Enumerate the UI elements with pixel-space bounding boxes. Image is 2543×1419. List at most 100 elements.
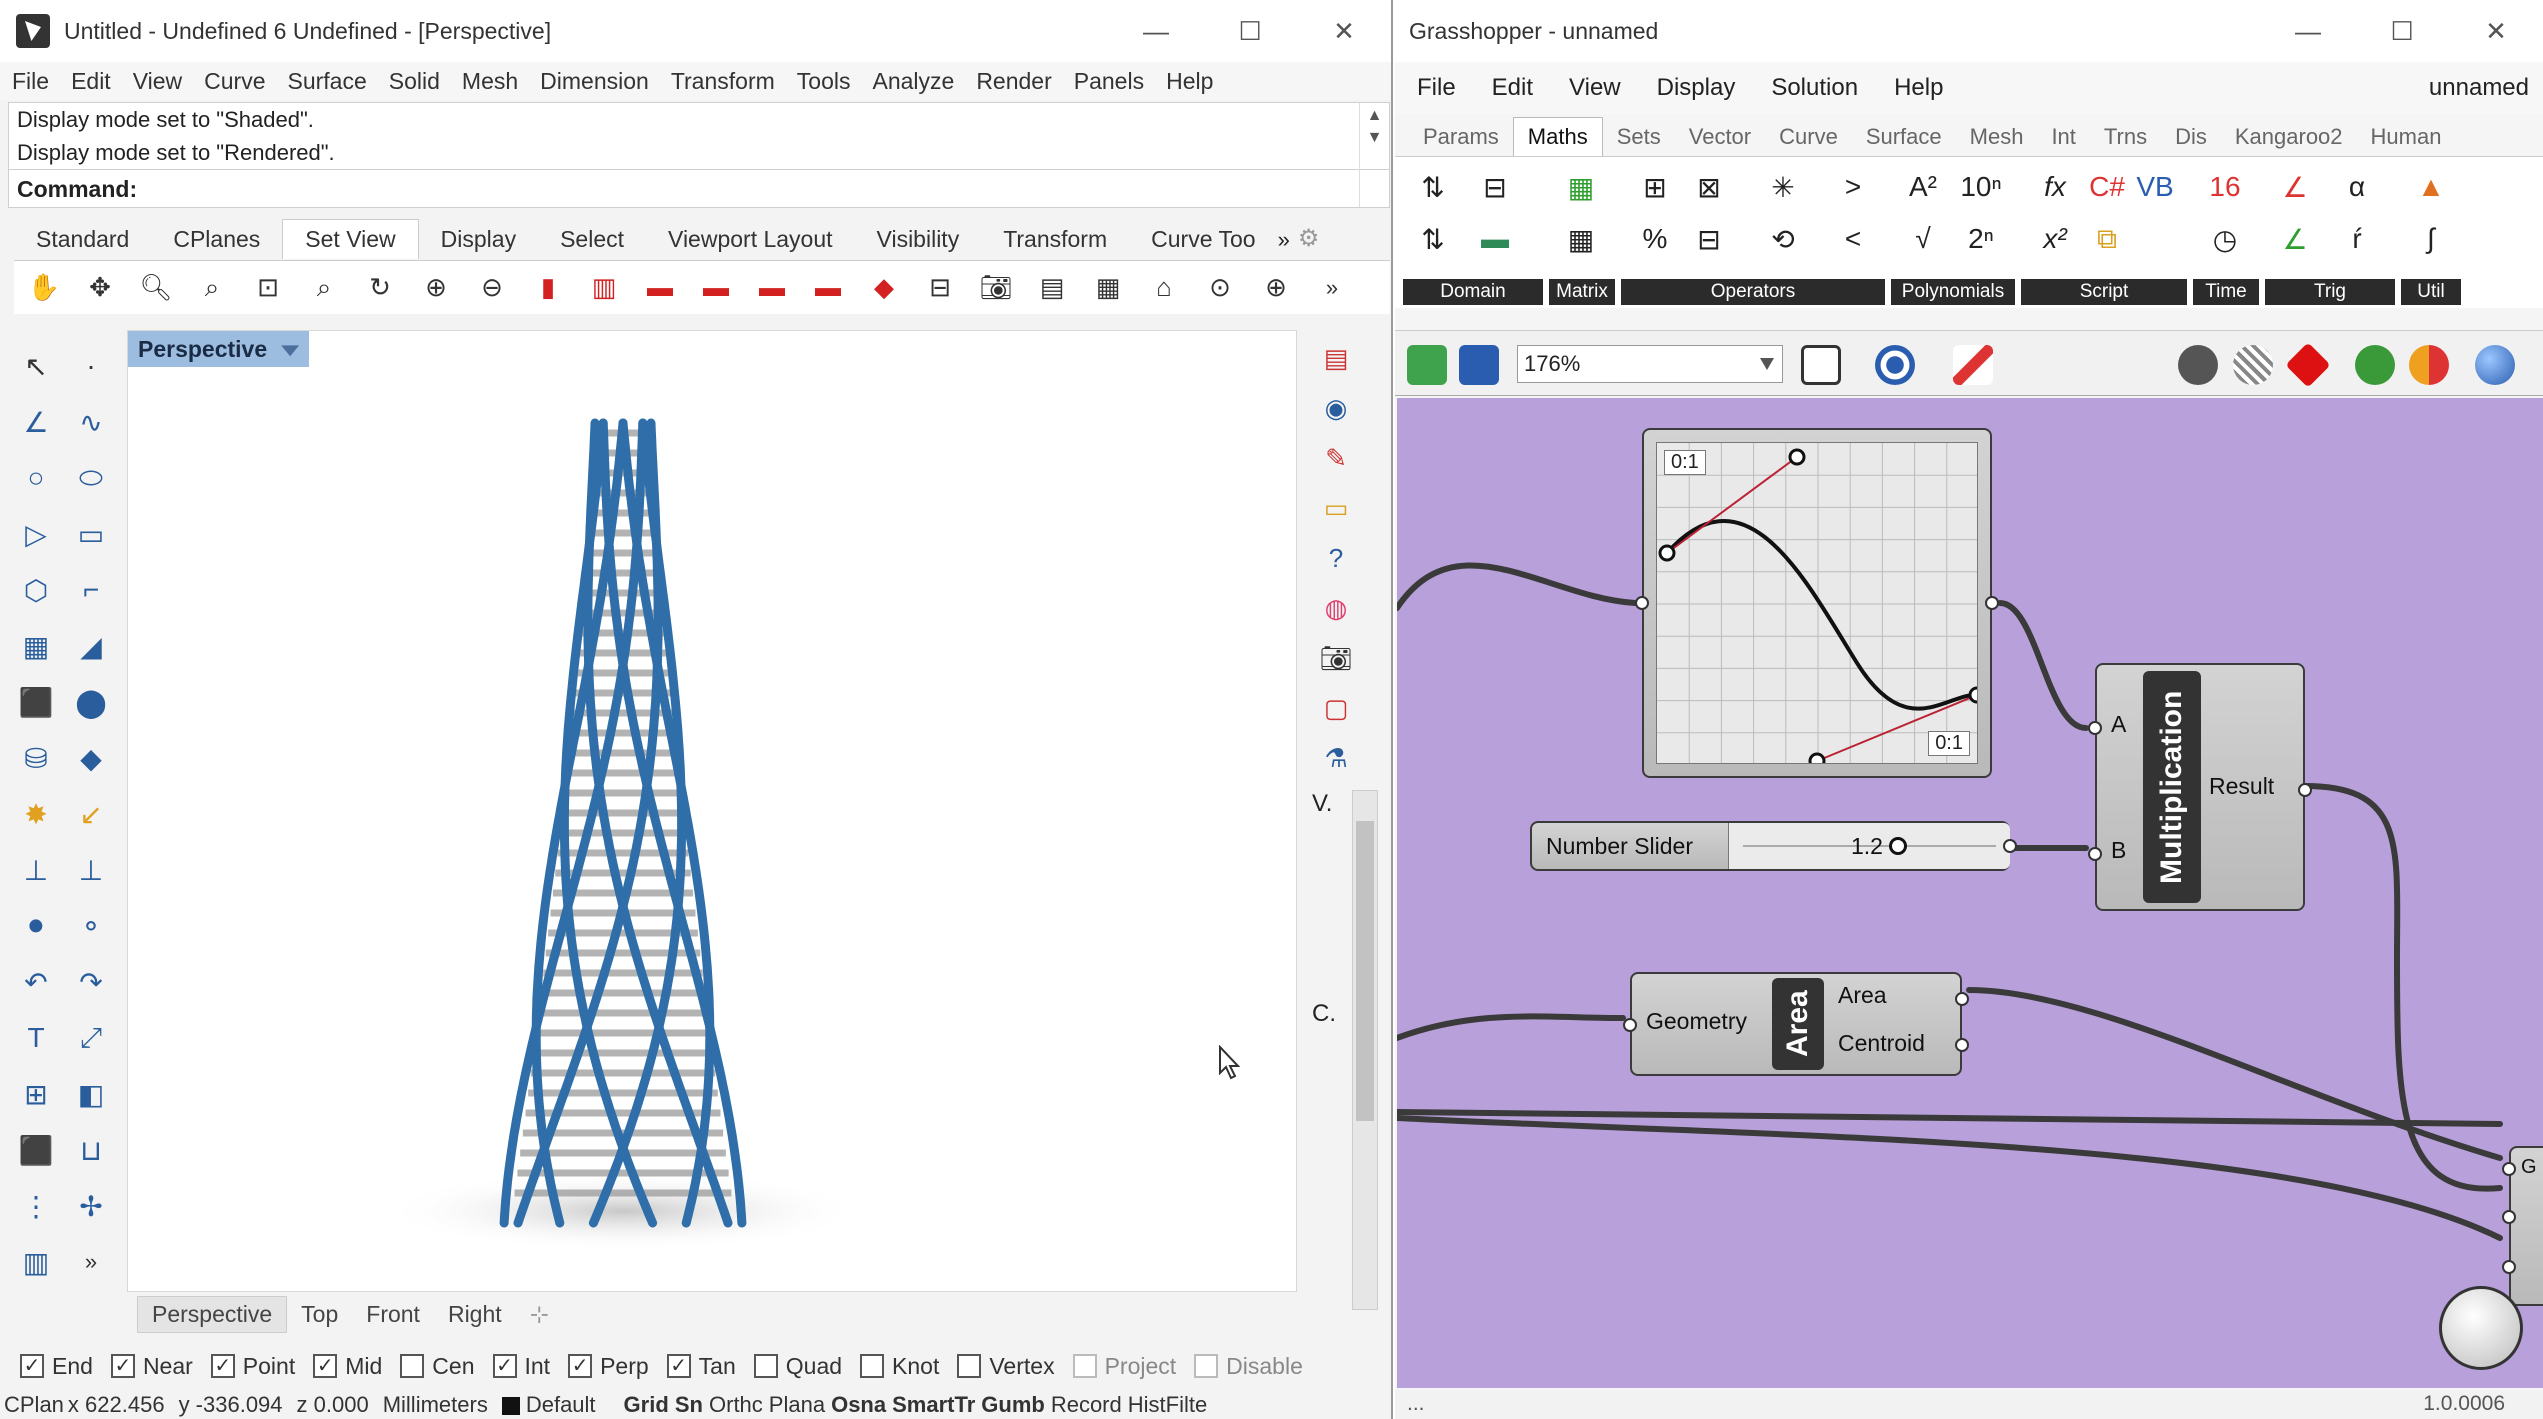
rectangle-icon[interactable]: ▭: [69, 512, 113, 556]
fillet-icon[interactable]: ⌐: [69, 568, 113, 612]
graph-mapper-output-port[interactable]: [1985, 596, 1999, 610]
folder-icon[interactable]: ▭: [1314, 486, 1358, 530]
menu-solid[interactable]: Solid: [389, 68, 440, 95]
analyze-icon[interactable]: ▥: [14, 1240, 58, 1284]
ribbon-label-trig[interactable]: Trig: [2265, 279, 2395, 305]
settings-gear-icon[interactable]: ⚙: [1298, 224, 1320, 259]
render-panel-icon[interactable]: ⚗: [1314, 736, 1358, 780]
array-icon[interactable]: ⊞: [14, 1072, 58, 1116]
add-viewport-icon[interactable]: ⊹: [516, 1297, 563, 1332]
gh-tab-vector[interactable]: Vector: [1675, 124, 1765, 156]
osnap-disable[interactable]: Disable: [1194, 1353, 1303, 1380]
gh-tab-trns[interactable]: Trns: [2090, 124, 2161, 156]
maximize-icon[interactable]: ☐: [1203, 16, 1297, 47]
toggle-osnap[interactable]: Osna: [831, 1392, 886, 1418]
minimize-icon[interactable]: —: [1109, 16, 1203, 47]
command-prompt[interactable]: Command:: [9, 169, 1389, 207]
gh-tab-surface[interactable]: Surface: [1852, 124, 1956, 156]
relative-differences-icon[interactable]: ⟲: [1761, 217, 1805, 261]
multiplication-input-a[interactable]: [2088, 721, 2102, 735]
osnap-checkbox[interactable]: ✓: [492, 1354, 517, 1378]
camera-icon[interactable]: 📷︎: [976, 268, 1016, 308]
graph-handle-point[interactable]: [1658, 544, 1676, 562]
ribbon-label-matrix[interactable]: Matrix: [1549, 279, 1615, 305]
tab-viewport-layout[interactable]: Viewport Layout: [646, 226, 855, 259]
menu-analyze[interactable]: Analyze: [872, 68, 954, 95]
color-wheel-icon[interactable]: ◍: [1314, 586, 1358, 630]
bounds-icon[interactable]: ▬: [1473, 217, 1517, 261]
number-slider-component[interactable]: Number Slider 1.2: [1530, 821, 2017, 871]
centroid-output-port[interactable]: [1955, 1038, 1969, 1052]
open-file-icon[interactable]: [1407, 345, 1447, 385]
osnap-quad[interactable]: Quad: [753, 1353, 842, 1380]
loft-icon[interactable]: ◢: [69, 624, 113, 668]
osnap-knot[interactable]: Knot: [860, 1353, 939, 1380]
viewport-tab-perspective[interactable]: Perspective: [137, 1295, 288, 1333]
osnap-tan[interactable]: ✓ Tan: [666, 1353, 736, 1380]
construct-domain-icon[interactable]: ⇅: [1411, 165, 1455, 209]
ribbon-label-domain[interactable]: Domain: [1403, 279, 1543, 305]
slider-handle-icon[interactable]: [1889, 837, 1907, 855]
view-top-icon[interactable]: ▮: [528, 268, 568, 308]
toggle-smarttrack[interactable]: SmartTr: [892, 1392, 975, 1418]
power-of-2-icon[interactable]: 2ⁿ: [1959, 217, 2003, 261]
menu-mesh[interactable]: Mesh: [462, 68, 518, 95]
osnap-checkbox[interactable]: [400, 1354, 425, 1378]
graph-mapper-component[interactable]: 0:1 0:1: [1635, 428, 1999, 778]
save-view-icon[interactable]: ▦: [1088, 268, 1128, 308]
gh-tab-dis[interactable]: Dis: [2161, 124, 2221, 156]
osnap-project[interactable]: Project: [1072, 1353, 1176, 1380]
zoom-window-icon[interactable]: ⊡: [248, 268, 288, 308]
menu-curve[interactable]: Curve: [204, 68, 265, 95]
explode-icon[interactable]: ✸: [14, 792, 58, 836]
tab-select[interactable]: Select: [538, 226, 646, 259]
power-of-10-icon[interactable]: 10ⁿ: [1959, 165, 2003, 209]
dimension-icon[interactable]: ⊔: [69, 1128, 113, 1172]
panel-scrollbar[interactable]: [1352, 790, 1378, 1310]
mesh-preview-icon[interactable]: [2355, 345, 2395, 385]
util-icon[interactable]: ▲: [2409, 165, 2453, 209]
osnap-near[interactable]: ✓ Near: [110, 1353, 193, 1380]
selected-preview-icon[interactable]: [2285, 342, 2331, 388]
display-panel-icon[interactable]: ▢: [1314, 686, 1358, 730]
matrix-icon[interactable]: ▦: [1559, 165, 1603, 209]
multiplication-output[interactable]: [2298, 783, 2312, 797]
menu-transform[interactable]: Transform: [671, 68, 775, 95]
gh-tab-kangaroo2[interactable]: Kangaroo2: [2221, 124, 2357, 156]
toggle-planar[interactable]: Plana: [769, 1392, 825, 1418]
calendar-icon[interactable]: 16: [2203, 165, 2247, 209]
ribbon-label-util[interactable]: Util: [2401, 279, 2461, 305]
pan-hand-icon[interactable]: ✋: [24, 268, 64, 308]
mirror-icon[interactable]: ◧: [69, 1072, 113, 1116]
degrees-icon[interactable]: α: [2335, 165, 2379, 209]
multiplication-icon[interactable]: ⊠: [1687, 165, 1731, 209]
zoom-extents-icon[interactable]: [1801, 345, 1841, 385]
crosshair-icon[interactable]: ⊕: [1256, 268, 1296, 308]
viewport-tab-front[interactable]: Front: [352, 1297, 434, 1332]
gh-tab-maths[interactable]: Maths: [1512, 117, 1603, 156]
vb-icon[interactable]: VB: [2133, 165, 2177, 209]
ellipse-icon[interactable]: ⬭: [69, 456, 113, 500]
graph-handle-point[interactable]: [1808, 752, 1826, 764]
help-brush-icon[interactable]: ✎: [1314, 436, 1358, 480]
sphere-preview-icon[interactable]: [2475, 345, 2515, 385]
gh-menu-view[interactable]: View: [1569, 74, 1621, 102]
trim-icon[interactable]: ⊥: [14, 848, 58, 892]
smaller-than-icon[interactable]: <: [1831, 217, 1875, 261]
ribbon-label-script[interactable]: Script: [2021, 279, 2187, 305]
status-units[interactable]: Millimeters: [383, 1392, 488, 1418]
gh-menu-solution[interactable]: Solution: [1771, 74, 1858, 102]
evaluate-icon[interactable]: x²: [2033, 217, 2077, 261]
sketch-pen-icon[interactable]: [1953, 345, 1993, 385]
slider-track[interactable]: 1.2: [1728, 823, 2010, 869]
osnap-checkbox[interactable]: ✓: [313, 1354, 338, 1378]
ribbon-label-operators[interactable]: Operators: [1621, 279, 1885, 305]
ungroup-icon[interactable]: ⚬: [69, 904, 113, 948]
close-icon[interactable]: ✕: [1297, 16, 1391, 47]
gh-tab-sets[interactable]: Sets: [1603, 124, 1675, 156]
gh-menu-file[interactable]: File: [1417, 74, 1456, 102]
navigation-dial-icon[interactable]: [2439, 1286, 2523, 1370]
rotate-view-icon[interactable]: ↻: [360, 268, 400, 308]
menu-panels[interactable]: Panels: [1074, 68, 1144, 95]
osnap-checkbox[interactable]: [753, 1354, 778, 1378]
